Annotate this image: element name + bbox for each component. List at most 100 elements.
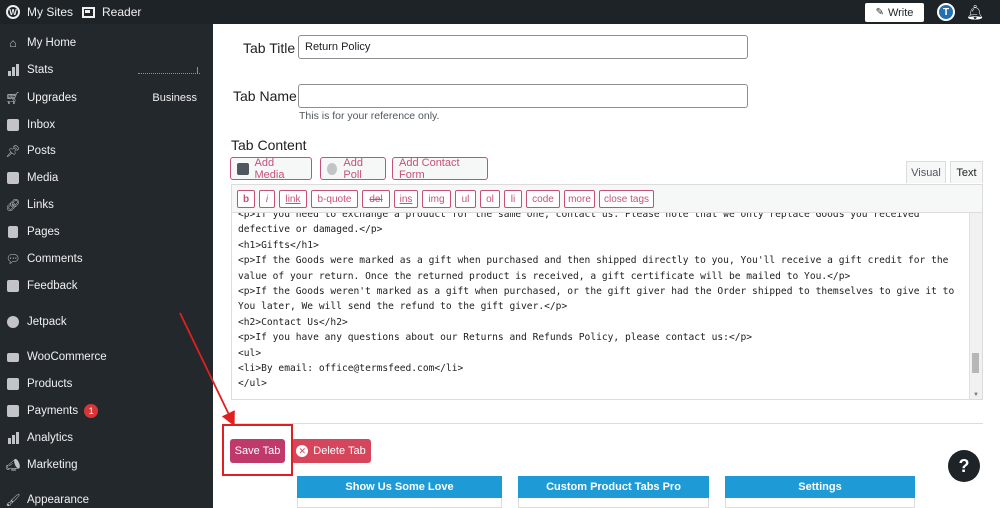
cart-icon: 🛒︎ xyxy=(5,91,21,105)
card-show-us-some-love[interactable]: Show Us Some Love xyxy=(297,476,502,498)
delete-tab-label: Delete Tab xyxy=(313,445,366,457)
add-poll-button[interactable]: Add Poll xyxy=(320,157,386,181)
sidebar-item-label: My Home xyxy=(27,37,77,49)
brush-icon: 🖌︎ xyxy=(5,493,21,507)
sidebar-item-label: Inbox xyxy=(27,119,56,131)
quicktag-ol-button[interactable]: ol xyxy=(480,190,500,208)
payments-count-badge: 1 xyxy=(84,404,99,418)
sidebar-item-marketing[interactable]: 📣︎ Marketing xyxy=(0,453,213,477)
sidebar-item-posts[interactable]: 📌︎ Posts xyxy=(0,139,213,163)
inbox-icon xyxy=(6,118,20,132)
add-media-button[interactable]: Add Media xyxy=(230,157,312,181)
pin-icon: 📌︎ xyxy=(5,144,21,158)
sidebar-item-payments[interactable]: Payments 1 xyxy=(0,399,213,423)
sidebar-item-products[interactable]: Products xyxy=(0,372,213,396)
card-custom-product-tabs-pro[interactable]: Custom Product Tabs Pro xyxy=(518,476,709,498)
sidebar-item-upgrades[interactable]: 🛒︎ Upgrades Business xyxy=(0,86,213,110)
sidebar-item-feedback[interactable]: Feedback xyxy=(0,274,213,298)
sidebar-item-label: Links xyxy=(27,199,54,211)
tab-text[interactable]: Text xyxy=(950,161,983,183)
sidebar-item-label: Payments xyxy=(27,405,79,417)
sidebar-item-media[interactable]: Media xyxy=(0,166,213,190)
quicktag-del-button[interactable]: del xyxy=(362,190,390,208)
reader-menu[interactable]: Reader xyxy=(82,0,141,24)
card-body xyxy=(297,498,502,508)
sidebar-item-woocommerce[interactable]: WooCommerce xyxy=(0,345,213,369)
sidebar-item-analytics[interactable]: Analytics xyxy=(0,426,213,450)
media-icon xyxy=(237,162,249,175)
sidebar-item-comments[interactable]: 💬︎ Comments xyxy=(0,247,213,271)
content-textarea[interactable]: <p>If you need to exchange a product for… xyxy=(231,212,983,400)
sidebar-item-jetpack[interactable]: Jetpack xyxy=(0,310,213,334)
quicktag-code-button[interactable]: code xyxy=(526,190,560,208)
link-icon: 🔗︎ xyxy=(5,198,21,212)
sidebar-item-label: Comments xyxy=(27,253,83,265)
reader-label: Reader xyxy=(102,5,142,19)
scroll-down-icon[interactable]: ▼ xyxy=(973,392,979,398)
sidebar: ⌂ My Home Stats 🛒︎ Upgrades Business Inb… xyxy=(0,24,213,508)
quicktag-img-button[interactable]: img xyxy=(422,190,451,208)
quicktag-li-button[interactable]: li xyxy=(504,190,522,208)
delete-tab-button[interactable]: ✕ Delete Tab xyxy=(291,439,371,463)
pen-icon: ✎ xyxy=(875,7,884,18)
sidebar-item-label: Posts xyxy=(27,145,56,157)
sidebar-item-label: Media xyxy=(27,172,59,184)
add-contact-form-button[interactable]: Add Contact Form xyxy=(392,156,488,181)
quicktag-link-button[interactable]: link xyxy=(279,190,307,208)
save-highlight-box xyxy=(222,424,293,476)
tab-content-label: Tab Content xyxy=(231,137,307,153)
editor-scrollbar[interactable]: ▼ xyxy=(969,213,982,399)
editor-scroll-thumb[interactable] xyxy=(972,353,979,373)
sidebar-item-links[interactable]: 🔗︎ Links xyxy=(0,193,213,217)
woo-icon xyxy=(6,350,20,364)
home-icon: ⌂ xyxy=(9,36,17,50)
divider xyxy=(231,423,983,424)
sidebar-item-stats[interactable]: Stats xyxy=(0,58,213,82)
quicktag-more-button[interactable]: more xyxy=(564,190,595,208)
sidebar-item-label: Marketing xyxy=(27,459,78,471)
avatar[interactable]: T xyxy=(937,3,955,21)
comments-icon: 💬︎ xyxy=(5,252,21,266)
sidebar-item-label: Feedback xyxy=(27,280,78,292)
close-icon: ✕ xyxy=(296,445,309,457)
plan-label: Business xyxy=(152,92,197,104)
megaphone-icon: 📣︎ xyxy=(5,458,21,472)
sidebar-item-label: WooCommerce xyxy=(27,351,107,363)
sidebar-item-label: Stats xyxy=(27,64,54,76)
card-settings[interactable]: Settings xyxy=(725,476,915,498)
write-label: Write xyxy=(887,6,914,19)
notifications-bell-icon[interactable]: 🔔︎ xyxy=(966,3,984,21)
card-body xyxy=(725,498,915,508)
sidebar-item-label: Upgrades xyxy=(27,92,77,104)
tab-title-input[interactable]: Return Policy xyxy=(298,35,748,59)
tab-visual[interactable]: Visual xyxy=(906,161,946,183)
payments-icon xyxy=(6,404,20,418)
sidebar-item-label: Appearance xyxy=(27,494,90,506)
editor-content: <p>If you need to exchange a product for… xyxy=(238,212,955,390)
sidebar-item-label: Analytics xyxy=(27,432,74,444)
my-sites-menu[interactable]: W My Sites xyxy=(6,0,73,24)
quicktag-close-tags-button[interactable]: close tags xyxy=(599,190,654,208)
sidebar-item-my-home[interactable]: ⌂ My Home xyxy=(0,31,213,55)
sidebar-item-pages[interactable]: Pages xyxy=(0,220,213,244)
products-icon xyxy=(6,377,20,391)
sidebar-item-label: Products xyxy=(27,378,73,390)
tab-name-hint: This is for your reference only. xyxy=(299,110,440,122)
sidebar-item-appearance[interactable]: 🖌︎ Appearance xyxy=(0,488,213,508)
poll-icon xyxy=(327,162,338,175)
sidebar-item-inbox[interactable]: Inbox xyxy=(0,113,213,137)
quicktags-toolbar: b i link b-quote del ins img ul ol li co… xyxy=(231,184,983,212)
reader-icon xyxy=(82,6,95,18)
quicktag-ul-button[interactable]: ul xyxy=(455,190,476,208)
quicktag-ins-button[interactable]: ins xyxy=(394,190,418,208)
help-button[interactable]: ? xyxy=(948,450,980,482)
quicktag-bquote-button[interactable]: b-quote xyxy=(311,190,358,208)
quicktag-italic-button[interactable]: i xyxy=(259,190,275,208)
write-button[interactable]: ✎ Write xyxy=(865,3,924,22)
sidebar-item-label: Jetpack xyxy=(27,316,67,328)
media-icon xyxy=(6,171,20,185)
quicktag-bold-button[interactable]: b xyxy=(237,190,255,208)
add-contact-form-label: Add Contact Form xyxy=(399,156,460,181)
tab-name-input[interactable] xyxy=(298,84,748,108)
card-body xyxy=(518,498,709,508)
